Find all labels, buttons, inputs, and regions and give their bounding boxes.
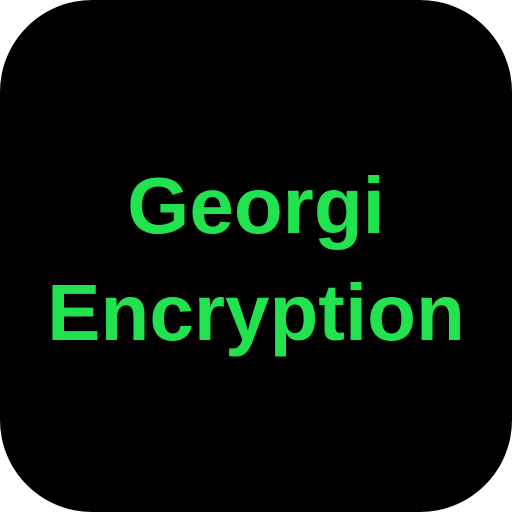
icon-title-line-2: Encryption [47,267,465,357]
app-icon[interactable]: Georgi Encryption [0,0,512,512]
icon-title-line-1: Georgi [127,160,385,250]
